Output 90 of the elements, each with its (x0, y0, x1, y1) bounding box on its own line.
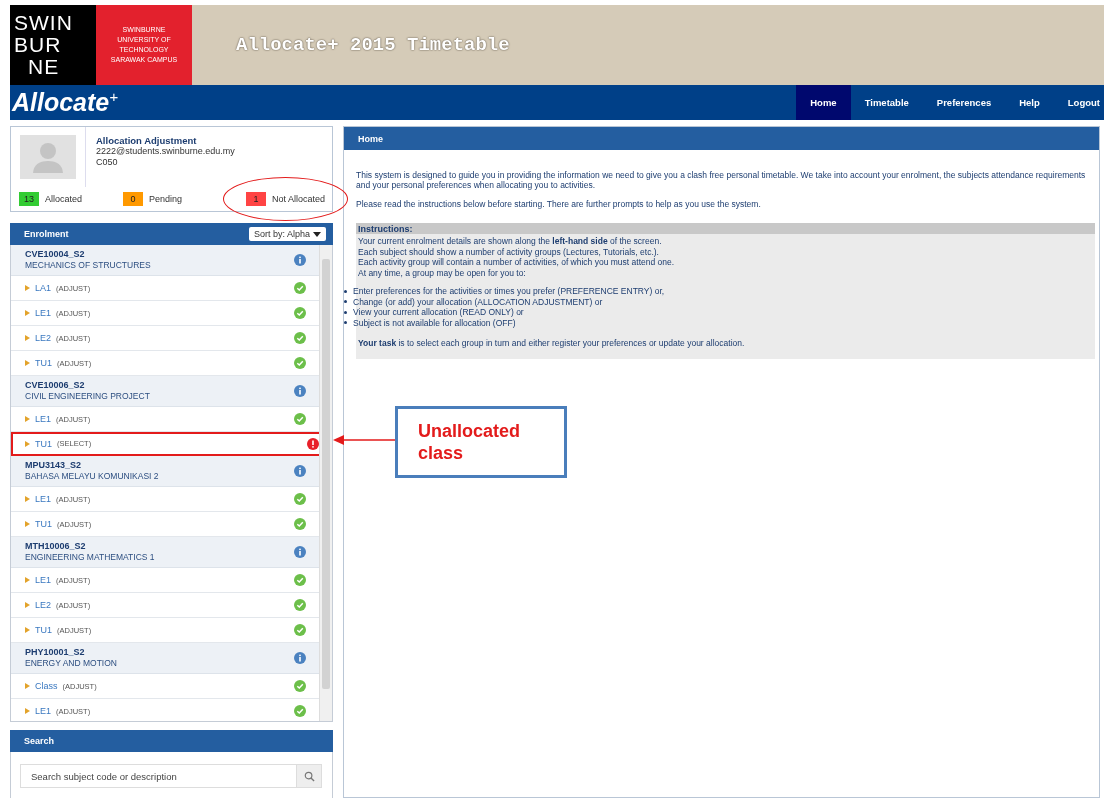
activity-name: LE1 (35, 494, 51, 504)
info-icon[interactable] (294, 254, 306, 266)
annotation-arrow (333, 434, 397, 446)
nav-tab[interactable]: Preferences (922, 85, 1006, 120)
count-label: Allocated (45, 194, 83, 204)
activity-name: LE2 (35, 600, 51, 610)
expand-icon (25, 285, 30, 291)
subject-name: BAHASA MELAYU KOMUNIKASI 2 (25, 471, 159, 482)
panel-title: Home (358, 133, 383, 144)
count-badge: 1 (245, 192, 266, 206)
count-badge: 0 (123, 192, 143, 206)
subject-code: CVE10006_S2 (25, 380, 86, 391)
subject-code: MTH10006_S2 (25, 541, 87, 552)
bullet-text: Change (or add) your allocation (ALLOCATION ADJUSTMENT) or (353, 296, 603, 307)
nav-tab[interactable]: Home (796, 85, 851, 120)
instruction-text: Each subject should show a number of activity groups (Lectures, Tutorials, etc.). (357, 246, 660, 257)
expand-icon (25, 440, 30, 447)
bullet-text: View your current allocation (READ ONLY) or (353, 307, 524, 318)
intro-paragraph: Please read the instructions below before starting. There are further prompts to help as you use the system. (356, 199, 762, 209)
activity-name: TU1 (35, 519, 52, 529)
activity-name: LE1 (35, 414, 51, 424)
subject-row[interactable]: CVE10004_S2 MECHANICS OF STRUCTURES (11, 245, 319, 276)
intro-paragraph: This system is designed to guide you in providing the information we need to give you a clash free personal timetable. We take into account your enrolment, the subjects attendance requirements and your personal preferences when allocating you to activities. (356, 170, 1087, 190)
student-email: 2222@students.swinburne.edu.my (96, 146, 235, 157)
bullet-icon (344, 321, 347, 325)
expand-icon (25, 416, 30, 422)
subject-code: CVE10004_S2 (25, 249, 86, 260)
subject-code: PHY10001_S2 (25, 647, 86, 658)
bullet-text: Subject is not available for allocation (OFF) (353, 317, 516, 328)
search-field[interactable]: Search subject code or description (20, 764, 296, 788)
bullet-icon (344, 300, 347, 304)
subject-name: MECHANICS OF STRUCTURES (25, 260, 151, 271)
count-label: Pending (149, 194, 182, 204)
activity-name: LE1 (35, 308, 51, 318)
instructions-title: Instructions: (358, 223, 413, 234)
info-icon[interactable] (294, 385, 306, 397)
task-text: Your task is to select each group in turn and either register your preferences or update your allocation. (357, 338, 746, 349)
subject-name: ENERGY AND MOTION (25, 658, 117, 669)
activity-name: TU1 (35, 438, 52, 449)
sort-dropdown[interactable]: Sort by: Alpha (248, 227, 326, 241)
expand-icon (25, 708, 30, 714)
avatar-icon (20, 135, 76, 179)
expand-icon (25, 360, 30, 366)
nav-tab[interactable]: Logout (1053, 85, 1104, 120)
student-code: C050 (96, 157, 119, 168)
search-button[interactable] (296, 764, 322, 788)
search-icon (303, 770, 315, 782)
activity-name: LA1 (35, 283, 51, 293)
activity-name: TU1 (35, 625, 52, 635)
subject-row[interactable]: MPU3143_S2 BAHASA MELAYU KOMUNIKASI 2 (11, 456, 319, 487)
scrollbar[interactable] (319, 245, 332, 721)
activity-name: Class (35, 681, 58, 691)
expand-icon (25, 602, 30, 608)
caret-icon (313, 231, 321, 237)
panel-title: Enrolment (24, 229, 69, 239)
activity-name: LE1 (35, 575, 51, 585)
expand-icon (25, 496, 30, 502)
subject-row[interactable]: MTH10006_S2 ENGINEERING MATHEMATICS 1 (11, 537, 319, 568)
callout-text: Unallocated class (418, 420, 522, 464)
brand-logo: Allocate$^{+}$ (10, 87, 119, 118)
app-title: Allocate+ 2015 Timetable (236, 34, 510, 56)
bullet-icon (344, 289, 347, 293)
instruction-text: Each activity group will contain a number of activities, of which you must attend one. (357, 257, 676, 268)
info-icon[interactable] (294, 652, 306, 664)
subject-code: MPU3143_S2 (25, 460, 83, 471)
subject-name: CIVIL ENGINEERING PROJECT (25, 391, 150, 402)
instruction-text: Your current enrolment details are shown along the left-hand side of the screen. (357, 236, 663, 247)
activity-name: TU1 (35, 358, 52, 368)
activity-name: LE2 (35, 333, 51, 343)
expand-icon (25, 683, 30, 689)
bullet-text: Enter preferences for the activities or times you prefer (PREFERENCE ENTRY) or, (353, 286, 665, 297)
bullet-icon (344, 310, 347, 314)
nav-tab[interactable]: Timetable (850, 85, 923, 120)
count-badge: 13 (19, 192, 39, 206)
count-label: Not Allocated (271, 194, 325, 204)
activity-name: LE1 (35, 706, 51, 716)
info-icon[interactable] (294, 465, 306, 477)
mode-label: Allocation Adjustment (96, 135, 198, 146)
info-icon[interactable] (294, 546, 306, 558)
panel-title: Search (24, 736, 55, 746)
expand-icon (25, 521, 30, 527)
subject-row[interactable]: CVE10006_S2 CIVIL ENGINEERING PROJECT (11, 376, 319, 407)
subject-name: ENGINEERING MATHEMATICS 1 (25, 552, 155, 563)
expand-icon (25, 335, 30, 341)
nav-tab[interactable]: Help (1005, 85, 1054, 120)
subject-row[interactable]: PHY10001_S2 ENERGY AND MOTION (11, 643, 319, 674)
expand-icon (25, 627, 30, 633)
expand-icon (25, 577, 30, 583)
expand-icon (25, 310, 30, 316)
instruction-text: At any time, a group may be open for you to: (357, 267, 527, 278)
